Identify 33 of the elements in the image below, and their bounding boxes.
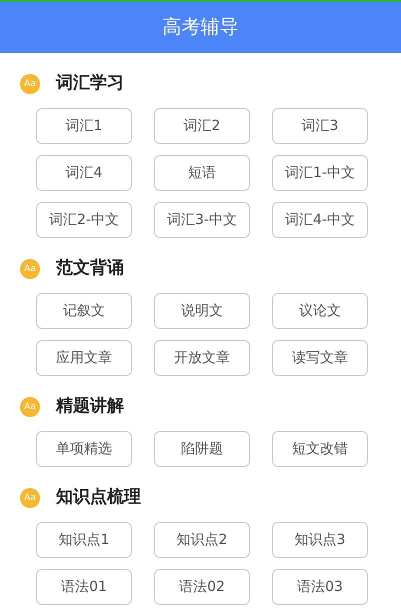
font-badge: Aa [20, 488, 40, 508]
section-title: 知识点梳理 [56, 486, 141, 510]
topic-button[interactable]: 说明文 [154, 293, 250, 329]
topic-button[interactable]: 词汇4 [36, 155, 132, 191]
topic-button[interactable]: 短语 [154, 155, 250, 191]
topic-button[interactable]: 单项精选 [36, 431, 132, 467]
topic-button[interactable]: 知识点3 [272, 522, 368, 558]
topic-button[interactable]: 议论文 [272, 293, 368, 329]
font-badge: Aa [20, 74, 40, 94]
page-title: 高考辅导 [162, 15, 238, 40]
topic-button[interactable]: 词汇1 [36, 108, 132, 144]
section-title: 范文背诵 [56, 257, 124, 280]
topic-button[interactable]: 知识点2 [154, 522, 250, 558]
topic-button[interactable]: 词汇1-中文 [272, 155, 368, 191]
topic-button[interactable]: 应用文章 [36, 340, 132, 376]
font-badge: Aa [20, 259, 40, 279]
topic-button[interactable]: 语法03 [272, 569, 368, 605]
topic-button[interactable]: 读写文章 [272, 340, 368, 376]
topic-button[interactable]: 词汇4-中文 [272, 202, 368, 238]
topic-button[interactable]: 语法01 [36, 569, 132, 605]
topic-button[interactable]: 词汇2 [154, 108, 250, 144]
topic-button[interactable]: 记叙文 [36, 293, 132, 329]
section-title: 精题讲解 [56, 395, 124, 418]
topic-button[interactable]: 知识点1 [36, 522, 132, 558]
topic-button[interactable]: 词汇2-中文 [36, 202, 132, 238]
section-title: 词汇学习 [56, 72, 124, 96]
topic-button[interactable]: 开放文章 [154, 340, 250, 376]
topic-button[interactable]: 短文改错 [272, 431, 368, 467]
topic-button[interactable]: 陷阱题 [154, 431, 250, 467]
font-badge: Aa [20, 397, 40, 417]
topic-button[interactable]: 语法02 [154, 569, 250, 605]
topic-button[interactable]: 词汇3 [272, 108, 368, 144]
topic-button[interactable]: 词汇3-中文 [154, 202, 250, 238]
